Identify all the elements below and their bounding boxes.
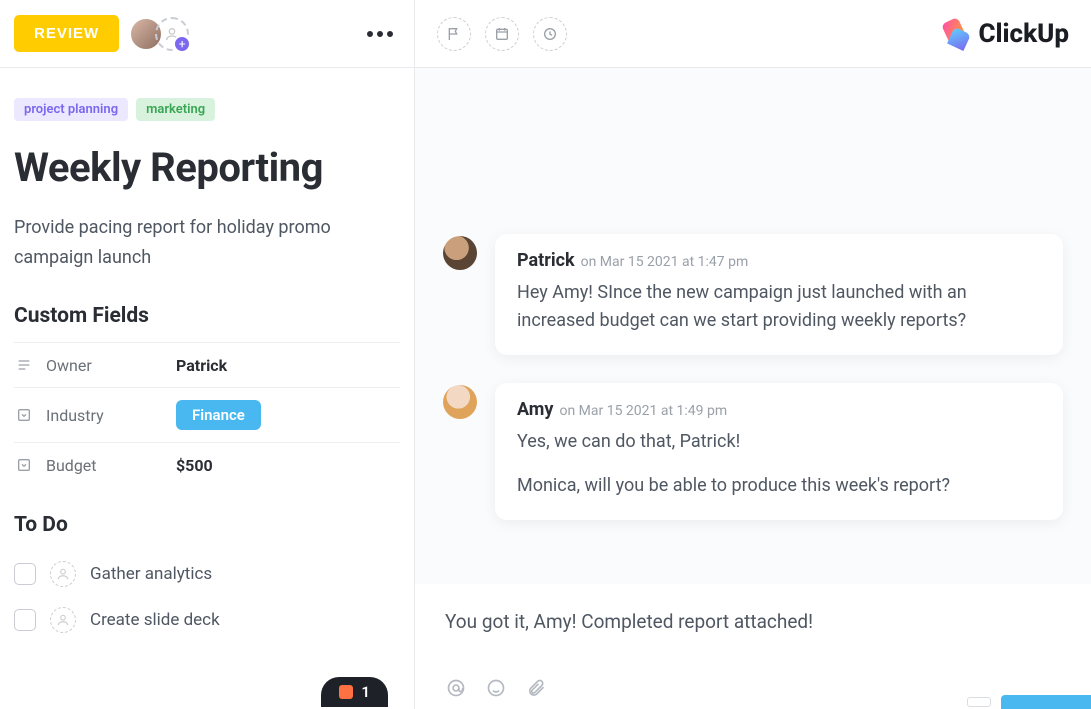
dropdown-field-icon [14, 455, 34, 475]
flag-icon[interactable] [437, 17, 471, 51]
task-title[interactable]: Weekly Reporting [14, 145, 400, 191]
composer-draft-text[interactable]: You got it, Amy! Completed report attach… [445, 610, 1061, 633]
comment-body: Hey Amy! SInce the new campaign just lau… [517, 279, 1041, 335]
custom-field-row[interactable]: OwnerPatrick [14, 342, 400, 387]
todo-text[interactable]: Gather analytics [90, 564, 212, 584]
plus-icon: + [173, 35, 191, 53]
attachment-count: 1 [361, 683, 370, 701]
brand-text: ClickUp [978, 19, 1069, 49]
text-field-icon [14, 355, 34, 375]
custom-field-value[interactable]: $500 [176, 456, 213, 475]
status-button[interactable]: REVIEW [14, 15, 119, 52]
attach-icon[interactable] [525, 677, 547, 699]
attachment-icon [339, 685, 353, 699]
todo-assign-button[interactable] [50, 607, 76, 633]
more-menu-icon[interactable] [360, 31, 400, 37]
tag-list: project planning marketing [14, 98, 400, 121]
custom-field-label: Industry [46, 406, 176, 425]
comment-bubble[interactable]: Amy on Mar 15 2021 at 1:49 pm Yes, we can … [495, 383, 1063, 520]
clock-icon[interactable] [533, 17, 567, 51]
send-button[interactable] [1001, 695, 1091, 709]
comment-author: Amy [517, 399, 553, 420]
add-assignee-button[interactable]: + [155, 17, 189, 51]
comment-avatar[interactable] [443, 236, 477, 270]
custom-fields-heading: Custom Fields [14, 304, 400, 328]
custom-field-value[interactable]: Finance [176, 400, 261, 430]
comment-bubble[interactable]: Patrick on Mar 15 2021 at 1:47 pm Hey Amy!… [495, 234, 1063, 355]
todo-checkbox[interactable] [14, 563, 36, 585]
emoji-icon[interactable] [485, 677, 507, 699]
todo-checkbox[interactable] [14, 609, 36, 631]
todo-text[interactable]: Create slide deck [90, 610, 220, 630]
comment: Patrick on Mar 15 2021 at 1:47 pm Hey Amy!… [443, 234, 1063, 355]
tag[interactable]: project planning [14, 98, 128, 121]
custom-field-label: Owner [46, 356, 176, 375]
todo-heading: To Do [14, 513, 400, 537]
todo-item: Create slide deck [14, 597, 400, 643]
tag[interactable]: marketing [136, 98, 215, 121]
comment-composer[interactable]: You got it, Amy! Completed report attach… [415, 584, 1091, 709]
todo-item: Gather analytics [14, 551, 400, 597]
custom-field-value[interactable]: Patrick [176, 356, 227, 375]
task-description[interactable]: Provide pacing report for holiday promo … [14, 213, 400, 272]
comment-avatar[interactable] [443, 385, 477, 419]
dropdown-field-icon [14, 405, 34, 425]
assignees[interactable]: + [129, 17, 189, 51]
calendar-icon[interactable] [485, 17, 519, 51]
brand-mark-icon [942, 20, 970, 48]
attachments-pill[interactable]: 1 [321, 677, 388, 707]
todo-assign-button[interactable] [50, 561, 76, 587]
custom-field-label: Budget [46, 456, 176, 475]
custom-field-row[interactable]: Budget$500 [14, 442, 400, 487]
comment-author: Patrick [517, 250, 575, 271]
send-option-box[interactable] [967, 697, 991, 707]
mention-icon[interactable] [445, 677, 467, 699]
comment-timestamp: on Mar 15 2021 at 1:49 pm [559, 403, 727, 419]
comment: Amy on Mar 15 2021 at 1:49 pm Yes, we can … [443, 383, 1063, 520]
comment-timestamp: on Mar 15 2021 at 1:47 pm [581, 254, 749, 270]
brand-logo[interactable]: ClickUp [942, 19, 1069, 49]
custom-field-row[interactable]: IndustryFinance [14, 387, 400, 442]
comment-body: Yes, we can do that, Patrick!Monica, wil… [517, 428, 1041, 500]
